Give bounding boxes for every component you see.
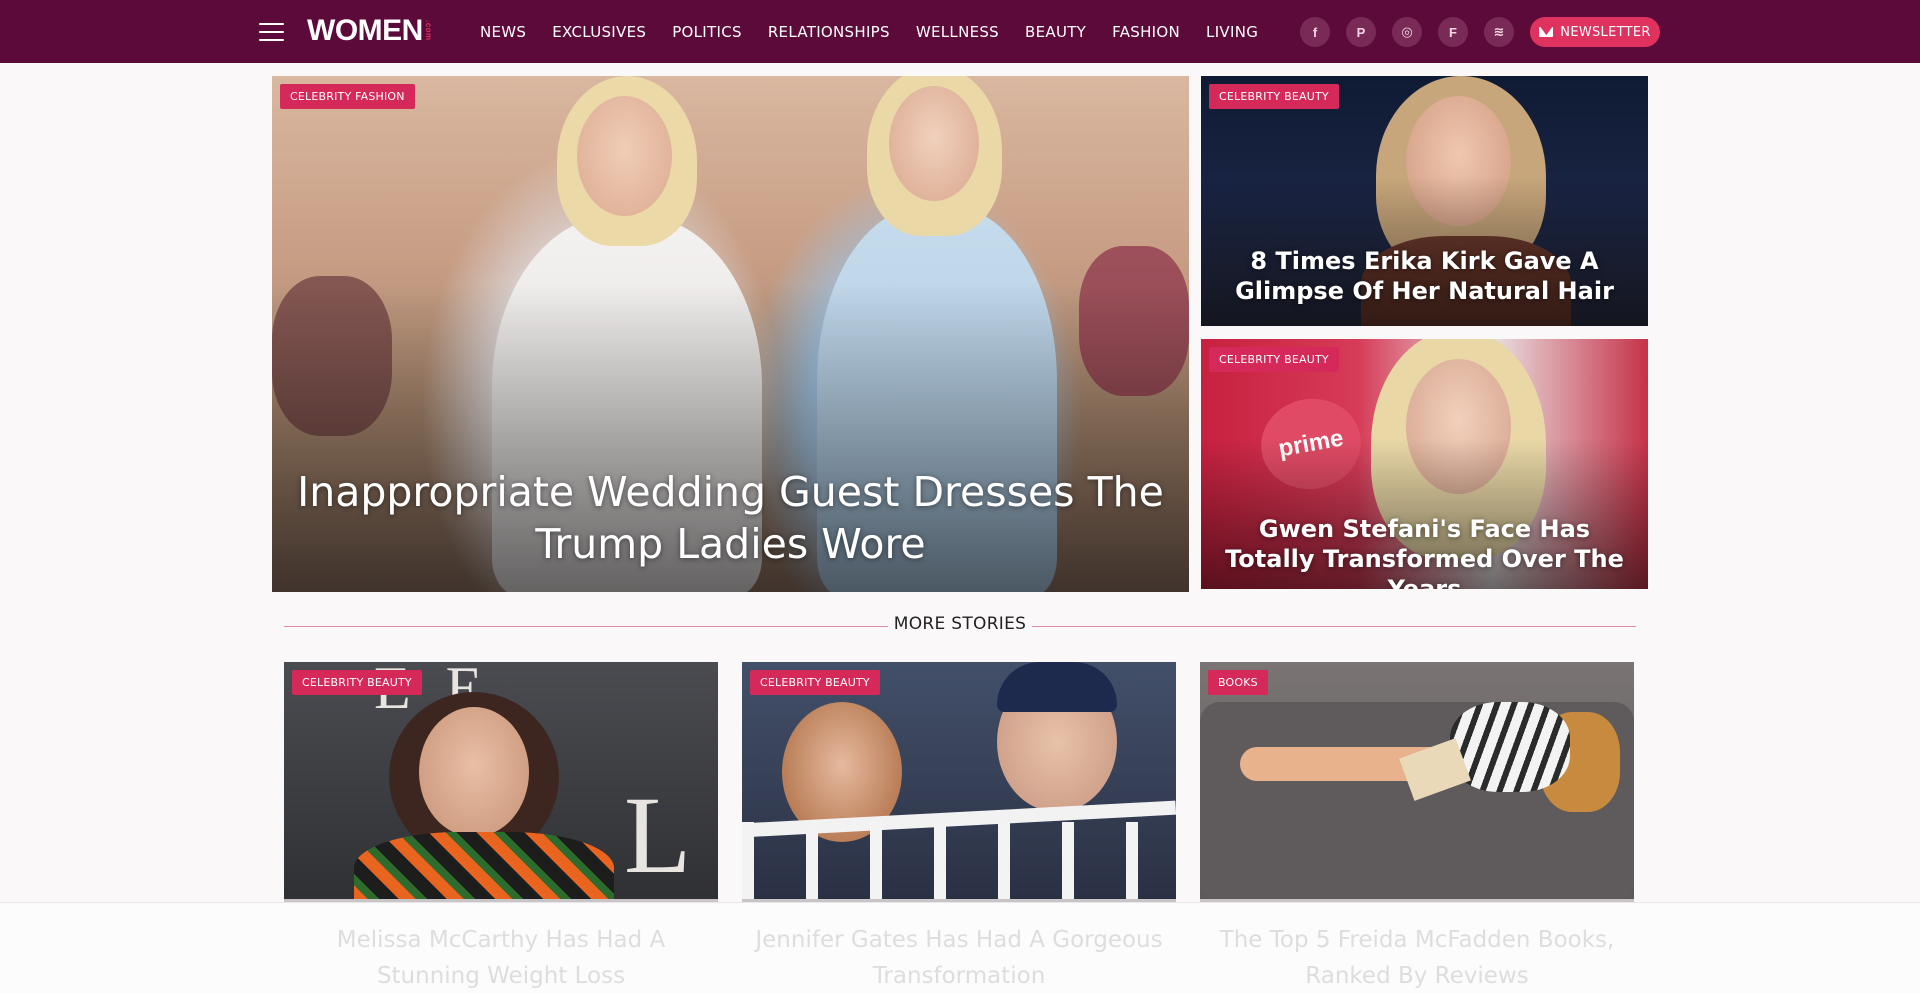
nav-item-wellness[interactable]: WELLNESS — [916, 23, 999, 41]
flipboard-icon[interactable]: F — [1438, 17, 1468, 47]
story-image-3[interactable]: BOOKS — [1200, 662, 1634, 903]
category-tag[interactable]: BOOKS — [1208, 670, 1268, 695]
nav-item-living[interactable]: LIVING — [1206, 23, 1258, 41]
main-nav: NEWS EXCLUSIVES POLITICS RELATIONSHIPS W… — [480, 0, 1284, 63]
nav-item-beauty[interactable]: BEAUTY — [1025, 23, 1086, 41]
hamburger-menu-icon[interactable] — [259, 23, 284, 41]
story-title-1[interactable]: Melissa McCarthy Has Had A Stunning Weig… — [284, 922, 718, 993]
site-logo[interactable]: WOMEN .com — [307, 14, 433, 48]
category-tag[interactable]: CELEBRITY FASHION — [280, 84, 415, 109]
story-title-3[interactable]: The Top 5 Freida McFadden Books, Ranked … — [1200, 922, 1634, 993]
hero-side-card-2[interactable]: prime CELEBRITY BEAUTY Gwen Stefani's Fa… — [1201, 339, 1648, 589]
story-photo-detail — [742, 822, 1176, 903]
divider-line — [284, 626, 888, 627]
hero-side-title-2[interactable]: Gwen Stefani's Face Has Totally Transfor… — [1201, 514, 1648, 589]
nav-item-relationships[interactable]: RELATIONSHIPS — [768, 23, 890, 41]
nav-item-politics[interactable]: POLITICS — [672, 23, 742, 41]
hero-main-title[interactable]: Inappropriate Wedding Guest Dresses The … — [272, 466, 1189, 570]
story-photo-detail: L — [624, 774, 692, 896]
category-tag[interactable]: CELEBRITY BEAUTY — [1209, 84, 1339, 109]
divider-line — [1032, 626, 1636, 627]
story-photo-detail — [354, 832, 614, 903]
image-bottom-bar — [284, 899, 718, 903]
category-tag[interactable]: CELEBRITY BEAUTY — [292, 670, 422, 695]
category-tag[interactable]: CELEBRITY BEAUTY — [1209, 347, 1339, 372]
instagram-icon[interactable]: ◎ — [1392, 17, 1422, 47]
more-stories-heading: MORE STORIES — [893, 614, 1027, 634]
hero-side-card-1[interactable]: CELEBRITY BEAUTY 8 Times Erika Kirk Gave… — [1201, 76, 1648, 326]
facebook-icon[interactable]: f — [1300, 17, 1330, 47]
hero-main-card[interactable]: CELEBRITY FASHION Inappropriate Wedding … — [272, 76, 1189, 592]
story-image-2[interactable]: CELEBRITY BEAUTY — [742, 662, 1176, 903]
envelope-icon — [1539, 27, 1554, 37]
story-photo-detail — [997, 662, 1117, 712]
social-links: f P ◎ F ≋ — [1300, 17, 1514, 47]
category-tag[interactable]: CELEBRITY BEAUTY — [750, 670, 880, 695]
story-image-1[interactable]: E E L CELEBRITY BEAUTY — [284, 662, 718, 903]
story-photo-detail — [419, 707, 529, 837]
newsletter-label: NEWSLETTER — [1560, 24, 1651, 40]
hero-side-title-1[interactable]: 8 Times Erika Kirk Gave A Glimpse Of Her… — [1201, 246, 1648, 306]
image-bottom-bar — [1200, 899, 1634, 903]
nav-item-fashion[interactable]: FASHION — [1112, 23, 1180, 41]
image-bottom-bar — [742, 899, 1176, 903]
story-title-2[interactable]: Jennifer Gates Has Had A Gorgeous Transf… — [742, 922, 1176, 993]
nav-item-news[interactable]: NEWS — [480, 23, 526, 41]
rss-icon[interactable]: ≋ — [1484, 17, 1514, 47]
newsletter-button[interactable]: NEWSLETTER — [1530, 17, 1660, 47]
pinterest-icon[interactable]: P — [1346, 17, 1376, 47]
nav-item-exclusives[interactable]: EXCLUSIVES — [552, 23, 646, 41]
site-header: WOMEN .com NEWS EXCLUSIVES POLITICS RELA… — [0, 0, 1920, 63]
